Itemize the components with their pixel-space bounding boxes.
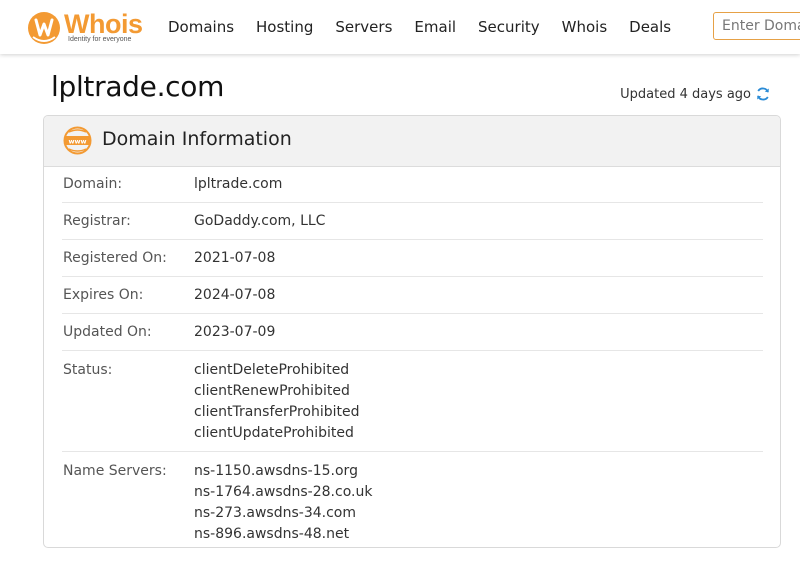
updated-text: Updated 4 days ago [620,86,751,102]
row-expires-on: Expires On: 2024-07-08 [62,277,763,314]
status-value: clientUpdateProhibited [194,425,354,441]
row-value: GoDaddy.com, LLC [194,213,326,229]
nav-deals[interactable]: Deals [629,0,671,54]
status-value: clientDeleteProhibited [194,362,350,378]
row-value: 2024-07-08 [194,287,276,303]
row-label: Domain: [63,176,123,192]
logo-mark-icon [28,12,60,44]
name-server-values: ns-1150.awsdns-15.org ns-1764.awsdns-28.… [194,461,372,545]
row-label: Registrar: [63,213,131,229]
refresh-icon[interactable] [755,86,771,102]
status-values: clientDeleteProhibited clientRenewProhib… [194,360,359,444]
row-label: Name Servers: [63,463,167,479]
status-value: clientTransferProhibited [194,404,360,420]
card-header: www Domain Information [44,116,780,167]
nav-domains[interactable]: Domains [168,0,234,54]
nav-hosting[interactable]: Hosting [256,0,313,54]
row-registrar: Registrar: GoDaddy.com, LLC [62,203,763,240]
card-title: Domain Information [102,128,292,150]
row-label: Status: [63,362,113,378]
row-label: Updated On: [63,324,152,340]
logo-tagline: Identity for everyone [68,36,132,43]
main-nav: Domains Hosting Servers Email Security W… [168,0,693,54]
row-value: 2023-07-09 [194,324,276,340]
row-domain: Domain: lpltrade.com [62,166,763,203]
row-updated-on: Updated On: 2023-07-09 [62,314,763,351]
www-globe-icon: www [63,126,92,155]
row-label: Registered On: [63,250,167,266]
nav-whois[interactable]: Whois [562,0,608,54]
domain-information-card: www Domain Information Domain: lpltrade.… [43,115,781,548]
nav-servers[interactable]: Servers [335,0,392,54]
whois-logo[interactable]: Whois Identity for everyone [27,8,147,48]
domain-info-table: Domain: lpltrade.com Registrar: GoDaddy.… [62,166,763,547]
row-value: lpltrade.com [194,176,283,192]
row-label: Expires On: [63,287,144,303]
name-server-value: ns-1150.awsdns-15.org [194,463,358,479]
svg-text:www: www [68,137,86,145]
row-value: 2021-07-08 [194,250,276,266]
row-registered-on: Registered On: 2021-07-08 [62,240,763,277]
updated-status: Updated 4 days ago [620,86,771,102]
status-value: clientRenewProhibited [194,383,350,399]
nav-security[interactable]: Security [478,0,540,54]
page-title: lpltrade.com [51,70,225,103]
domain-search-box [713,12,800,40]
domain-search-input[interactable] [714,13,800,39]
nav-email[interactable]: Email [414,0,456,54]
name-server-value: ns-896.awsdns-48.net [194,526,350,542]
row-name-servers: Name Servers: ns-1150.awsdns-15.org ns-1… [62,452,763,547]
name-server-value: ns-273.awsdns-34.com [194,505,356,521]
name-server-value: ns-1764.awsdns-28.co.uk [194,484,373,500]
row-status: Status: clientDeleteProhibited clientRen… [62,351,763,452]
top-navigation-bar: Whois Identity for everyone Domains Host… [0,0,800,54]
